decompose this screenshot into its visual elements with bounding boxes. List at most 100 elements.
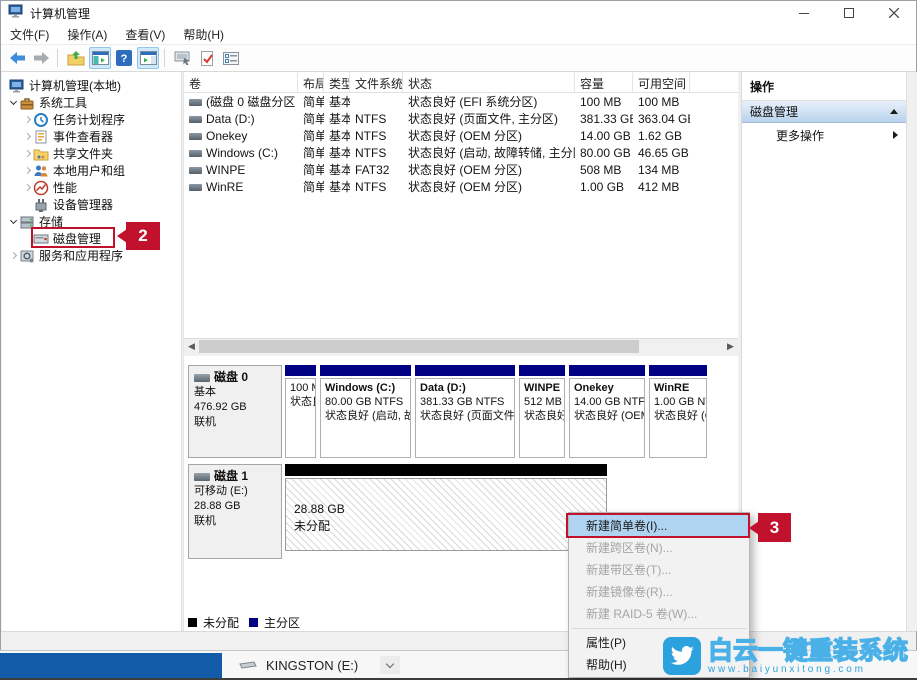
partition-winre[interactable]: WinRE 1.00 GB NTFS 状态良好 (OEM 分区) [649, 365, 707, 458]
chevron-right-icon[interactable] [21, 168, 33, 173]
column-header-status[interactable]: 状态 [403, 72, 575, 92]
actions-title: 操作 [742, 72, 906, 101]
actions-section-disk-management[interactable]: 磁盘管理 [742, 101, 906, 123]
more-actions-label: 更多操作 [776, 127, 824, 144]
menu-view[interactable]: 查看(V) [116, 25, 174, 45]
table-row[interactable]: Data (D:) 简单 基本 NTFS 状态良好 (页面文件, 主分区) 38… [184, 110, 738, 127]
users-icon [33, 163, 49, 179]
properties-list-icon[interactable] [220, 47, 242, 69]
tree-item-computer-management[interactable]: 计算机管理(本地) [2, 77, 181, 94]
step-2-badge: 2 [126, 222, 160, 250]
disk1-label[interactable]: 磁盘 1 可移动 (E:) 28.88 GB 联机 [188, 464, 282, 559]
console-tree-toggle-icon[interactable] [89, 47, 111, 69]
forward-icon[interactable] [30, 47, 52, 69]
toolbar-separator [164, 49, 165, 67]
disk0-label[interactable]: 磁盘 0 基本 476.92 GB 联机 [188, 365, 282, 458]
cell-volume: Windows (C:) [206, 146, 278, 160]
scroll-left-arrow[interactable]: ◀ [184, 339, 199, 354]
table-row[interactable]: Onekey 简单 基本 NTFS 状态良好 (OEM 分区) 14.00 GB… [184, 127, 738, 144]
column-header-volume[interactable]: 卷 [184, 72, 298, 92]
minimize-button[interactable] [781, 1, 826, 25]
tree-item-label: 计算机管理(本地) [29, 77, 121, 94]
back-icon[interactable] [6, 47, 28, 69]
unallocated-color-bar [285, 464, 607, 476]
tree-item-event-viewer[interactable]: 事件查看器 [2, 128, 181, 145]
task-check-icon[interactable] [196, 47, 218, 69]
help-icon[interactable]: ? [113, 47, 135, 69]
partition-winpe[interactable]: WINPE 512 MB FAT32 状态良好 (OEM 分区) [519, 365, 565, 458]
primary-legend-label: 主分区 [264, 614, 300, 631]
computer-icon [9, 78, 25, 94]
chevron-right-icon[interactable] [21, 117, 33, 122]
chevron-right-icon[interactable] [21, 185, 33, 190]
disk-name: 磁盘 0 [214, 370, 248, 385]
collapse-icon[interactable] [890, 109, 898, 114]
actions-pane: 操作 磁盘管理 更多操作 [741, 72, 906, 631]
cell-status: 状态良好 (OEM 分区) [403, 127, 575, 144]
chevron-right-icon[interactable] [21, 134, 33, 139]
partition-color-bar [519, 365, 565, 376]
unallocated-legend-swatch [188, 618, 197, 627]
menu-item-new-simple-volume[interactable]: 新建简单卷(I)... [569, 515, 749, 537]
partition-onekey[interactable]: Onekey 14.00 GB NTFS 状态良好 (OEM 分区) [569, 365, 645, 458]
clock-icon [33, 112, 49, 128]
scroll-right-arrow[interactable]: ▶ [723, 339, 738, 354]
disk-status: 联机 [194, 415, 276, 430]
column-header-filesystem[interactable]: 文件系统 [350, 72, 403, 92]
menu-help[interactable]: 帮助(H) [174, 25, 233, 45]
cell-volume: (磁盘 0 磁盘分区 1) [206, 95, 298, 109]
disk-management-icon [33, 231, 49, 247]
menu-file[interactable]: 文件(F) [1, 25, 58, 45]
menu-action[interactable]: 操作(A) [58, 25, 116, 45]
column-header-capacity[interactable]: 容量 [575, 72, 633, 92]
tree-item-local-users-groups[interactable]: 本地用户和组 [2, 162, 181, 179]
scrollbar-thumb[interactable] [199, 340, 639, 353]
table-row[interactable]: WinRE 简单 基本 NTFS 状态良好 (OEM 分区) 1.00 GB 4… [184, 178, 738, 195]
chevron-down-icon[interactable] [7, 102, 19, 104]
disk-size: 28.88 GB [194, 499, 276, 514]
table-row[interactable]: (磁盘 0 磁盘分区 1) 简单 基本 状态良好 (EFI 系统分区) 100 … [184, 93, 738, 110]
partition-data-d[interactable]: Data (D:) 381.33 GB NTFS 状态良好 (页面文件, 主分区… [415, 365, 515, 458]
partition-windows-c[interactable]: Windows (C:) 80.00 GB NTFS 状态良好 (启动, 故障转… [320, 365, 411, 458]
screen-pointer-icon[interactable] [172, 47, 194, 69]
tree-item-performance[interactable]: 性能 [2, 179, 181, 196]
cell-layout: 简单 [298, 178, 324, 195]
horizontal-scrollbar[interactable]: ◀ ▶ [184, 338, 738, 353]
column-header-layout[interactable]: 布局 [298, 72, 324, 92]
disk-type: 基本 [194, 385, 276, 400]
table-row[interactable]: WINPE 简单 基本 FAT32 状态良好 (OEM 分区) 508 MB 1… [184, 161, 738, 178]
cell-free-space: 100 MB [633, 95, 690, 109]
partition-efi[interactable]: 100 MB 状态良好 [285, 365, 316, 458]
cell-volume: Onekey [206, 129, 247, 143]
column-header-free-space[interactable]: 可用空间 [633, 72, 690, 92]
cell-filesystem: NTFS [350, 180, 403, 194]
tree-item-label: 共享文件夹 [53, 145, 113, 162]
tree-item-shared-folders[interactable]: 共享文件夹 [2, 145, 181, 162]
cell-type: 基本 [324, 178, 350, 195]
partition-color-bar [320, 365, 411, 376]
chevron-right-icon[interactable] [7, 253, 19, 258]
up-folder-icon[interactable] [65, 47, 87, 69]
tree-item-device-manager[interactable]: 设备管理器 [2, 196, 181, 213]
column-header-type[interactable]: 类型 [324, 72, 350, 92]
table-row[interactable]: Windows (C:) 简单 基本 NTFS 状态良好 (启动, 故障转储, … [184, 144, 738, 161]
chevron-down-icon[interactable] [380, 656, 400, 674]
tree-item-task-scheduler[interactable]: 任务计划程序 [2, 111, 181, 128]
watermark-title: 白云一键重装系统 [708, 638, 908, 664]
volume-icon [189, 167, 202, 174]
disk-type: 可移动 (E:) [194, 484, 276, 499]
unallocated-region[interactable]: 28.88 GB 未分配 [285, 464, 607, 559]
cell-filesystem: NTFS [350, 129, 403, 143]
more-actions[interactable]: 更多操作 [742, 123, 906, 147]
tree-item-system-tools[interactable]: 系统工具 [2, 94, 181, 111]
close-button[interactable] [871, 1, 916, 25]
drive-selector-combo[interactable]: KINGSTON (E:) [222, 651, 400, 679]
volume-icon [189, 99, 202, 106]
chevron-down-icon[interactable] [7, 221, 19, 223]
maximize-button[interactable] [826, 1, 871, 25]
chevron-right-icon[interactable] [21, 151, 33, 156]
menu-item-new-striped-volume: 新建带区卷(T)... [569, 559, 749, 581]
partition-status: 状态良好 (启动, 故障转储, 主分区) [325, 409, 406, 423]
cell-free-space: 1.62 GB [633, 129, 690, 143]
action-pane-toggle-icon[interactable] [137, 47, 159, 69]
